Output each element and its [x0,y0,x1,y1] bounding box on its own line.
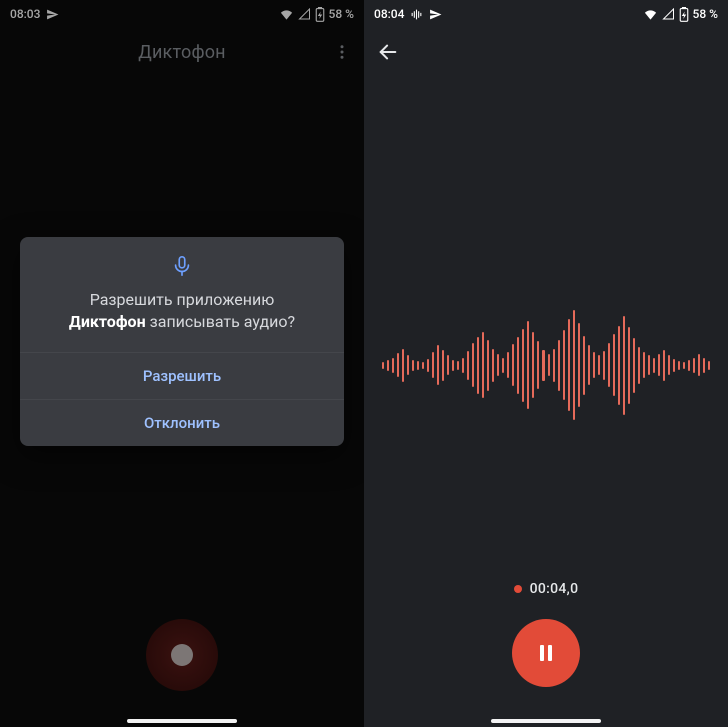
waveform-bar [457,361,459,370]
waveform-bar [588,345,590,385]
waveform-bar [467,351,469,380]
waveform-bar [568,319,570,411]
pause-icon [534,641,558,665]
permission-dialog: Разрешить приложению Диктофон записывать… [20,237,344,446]
waveform-bar [603,351,605,380]
waveform-bar [673,359,675,372]
telegram-icon [429,8,442,21]
waveform-bar [663,350,665,381]
waveform-bar [387,360,389,371]
permission-text-pre: Разрешить приложению [90,290,275,309]
wifi-icon [643,8,658,20]
waveform-bar [648,355,650,375]
waveform-bar [447,355,449,375]
back-button[interactable] [374,38,402,66]
waveform-bar [698,354,700,376]
screenshot-recording-screen: 08:04 58 % [364,0,728,727]
timer-value: 00:04,0 [530,581,579,597]
waveform-bar [527,321,529,409]
waveform-bar [407,355,409,375]
waveform-bar [422,362,424,369]
waveform-bar [482,332,484,398]
waveform-bar [598,355,600,375]
screenshot-permission-screen: 08:03 58 % Диктофон [0,0,364,727]
waveform-bar [532,332,534,398]
waveform-bar [492,349,494,382]
waveform-bar [583,336,585,395]
ripple-icon [410,8,423,21]
microphone-icon [171,255,193,281]
waveform-bar [487,340,489,391]
waveform-bar [548,354,550,376]
waveform-bar [432,352,434,378]
permission-message: Разрешить приложению Диктофон записывать… [20,289,344,352]
waveform-bar [613,334,615,396]
waveform-bar [497,354,499,376]
waveform-bar [442,350,444,381]
waveform-bar [563,330,565,400]
waveform-bar [412,360,414,371]
waveform-bar [502,358,504,373]
waveform-bar [382,362,384,369]
waveform-bar [578,323,580,407]
waveform-bar [402,349,404,382]
waveform-bar [593,352,595,378]
navigation-pill[interactable] [491,719,601,723]
waveform-bar [512,344,514,386]
waveform-bar [472,343,474,387]
recording-indicator-icon [514,585,522,593]
waveform-bar [643,352,645,378]
waveform-bar [522,329,524,402]
waveform-bar [573,310,575,420]
waveform-bar [462,358,464,373]
waveform-bar [397,353,399,377]
navigation-pill[interactable] [127,719,237,723]
waveform-bar [633,338,635,393]
battery-icon [679,7,689,22]
waveform-bar [477,337,479,394]
waveform-bar [507,352,509,378]
permission-text-post: записывать аудио? [150,312,295,331]
waveform-bar [653,358,655,373]
waveform-bar [553,349,555,382]
allow-button[interactable]: Разрешить [20,352,344,399]
waveform-bar [427,359,429,372]
waveform-bar [452,360,454,371]
waveform-bar [703,358,705,373]
waveform-bar [392,358,394,373]
waveform-bar [608,343,610,387]
waveform-bar [628,327,630,404]
waveform-bar [658,354,660,376]
status-time: 08:04 [374,7,404,21]
status-bar: 08:04 58 % [364,0,728,26]
waveform-bar [708,361,710,370]
recording-timer: 00:04,0 [364,581,728,597]
waveform-bar [558,340,560,391]
waveform-bar [417,361,419,370]
waveform-bar [542,350,544,381]
signal-icon [662,8,675,20]
waveform-bar [623,316,625,415]
waveform-bar [618,326,620,405]
waveform-bar [437,345,439,385]
deny-button[interactable]: Отклонить [20,399,344,446]
status-battery-pct: 58 % [693,7,718,21]
waveform-bar [678,361,680,370]
waveform-bar [517,337,519,394]
permission-app-name: Диктофон [69,312,146,331]
waveform-bar [688,360,690,371]
waveform-bar [638,347,640,384]
waveform-bar [537,341,539,389]
waveform-bar [693,358,695,373]
pause-button[interactable] [512,619,580,687]
waveform-bar [668,355,670,375]
waveform-bar [683,362,685,369]
app-bar [364,30,728,74]
waveform [364,300,728,430]
